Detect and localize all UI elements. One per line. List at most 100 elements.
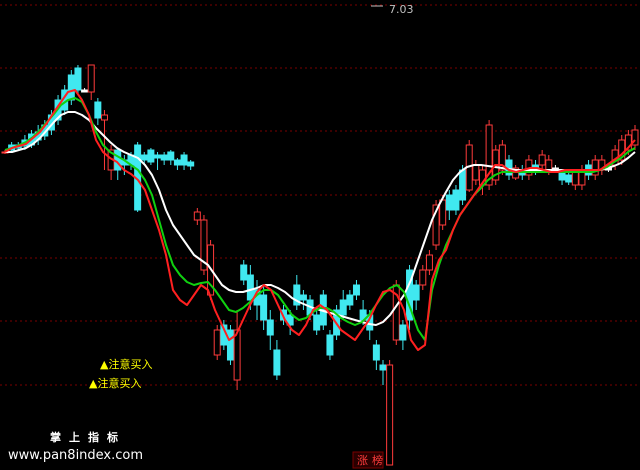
candle-body [167, 151, 175, 161]
candle-body [213, 329, 221, 356]
candle [392, 280, 400, 345]
candle [406, 265, 414, 330]
candle [94, 98, 102, 125]
candle-body [339, 299, 347, 316]
candle-body [94, 101, 102, 119]
candle [598, 155, 606, 175]
tag-badge-label[interactable]: 涨榜 [357, 453, 387, 467]
candle-body [425, 254, 433, 271]
peak-label: 7.03 [389, 3, 414, 16]
candle-body [160, 154, 168, 161]
candle-body [226, 329, 234, 361]
candle [352, 280, 360, 300]
candle-body [299, 294, 307, 301]
candle [154, 152, 162, 170]
candle [293, 275, 301, 310]
candle [472, 160, 480, 185]
candle [372, 340, 380, 370]
candle [81, 88, 89, 93]
candle [591, 155, 599, 180]
candle [631, 125, 639, 150]
candle-body [266, 319, 274, 336]
candle [273, 340, 281, 380]
candle-body [459, 169, 467, 201]
candle-body [260, 294, 268, 321]
candle-body [74, 67, 82, 91]
candle [498, 140, 506, 175]
candle-body [67, 74, 75, 101]
candle-body [154, 154, 162, 159]
candle [379, 360, 387, 385]
buy-signal-1: ▲注意买入 [100, 357, 152, 371]
candle-body [412, 284, 420, 301]
candle-body [246, 274, 254, 301]
candle [313, 310, 321, 335]
candle-body [352, 284, 360, 296]
candle-body [180, 154, 188, 166]
candle [399, 320, 407, 350]
candle-body [538, 154, 546, 166]
candle [412, 280, 420, 310]
moving-averages [4, 89, 636, 351]
candle-body [346, 294, 354, 306]
stock-chart: 7.03 ▲注意买入 ▲注意买入 掌上指标 www.pan8index.com … [0, 3, 640, 469]
candle-body [87, 64, 95, 93]
candle [452, 185, 460, 215]
candle [187, 160, 195, 170]
candle-body [187, 161, 195, 167]
candle [87, 64, 95, 100]
candle [200, 215, 208, 275]
ma-white-line [5, 111, 636, 326]
watermark: www.pan8index.com [8, 448, 143, 463]
candle-body [445, 194, 453, 211]
candle-body [452, 189, 460, 211]
candle [299, 290, 307, 310]
candle [193, 208, 201, 225]
brand-label: 掌上指标 [50, 430, 126, 444]
candle [326, 330, 334, 360]
candle-body [372, 344, 380, 361]
candle-body [571, 171, 579, 186]
candle-body [233, 329, 241, 381]
candle [266, 310, 274, 350]
candle [147, 148, 155, 165]
candle-body [173, 159, 181, 166]
candle [213, 325, 221, 360]
candle-body [81, 89, 89, 93]
candle [167, 150, 175, 165]
candle-body [313, 314, 321, 331]
candle-body [100, 114, 108, 121]
candle [346, 290, 354, 310]
candle [160, 152, 168, 165]
candle [565, 172, 573, 185]
candle-body [193, 211, 201, 221]
candle [578, 165, 586, 190]
candle-body [140, 154, 148, 161]
candle [233, 310, 241, 390]
candle-body [379, 364, 387, 371]
candle [253, 280, 261, 320]
buy-signal-2: ▲注意买入 [89, 376, 141, 390]
candle-body [326, 334, 334, 356]
candle [445, 190, 453, 220]
candle-body [240, 264, 248, 281]
candle [226, 325, 234, 365]
candle-body [472, 164, 480, 181]
candle-body [114, 149, 122, 171]
candle [173, 158, 181, 170]
candle-body [558, 171, 566, 181]
candle [419, 265, 427, 290]
candle [425, 250, 433, 275]
peak-marker: 7.03 [371, 3, 414, 16]
candle [386, 360, 394, 466]
candle-body [147, 149, 155, 163]
candle-body [273, 349, 281, 376]
candles [1, 64, 639, 466]
candle-body [565, 174, 573, 183]
candle [180, 152, 188, 170]
candle-body [386, 364, 394, 466]
candle [240, 260, 248, 285]
candle-body [399, 324, 407, 341]
tag-badge[interactable]: 涨榜 [352, 451, 387, 469]
candle [538, 150, 546, 170]
